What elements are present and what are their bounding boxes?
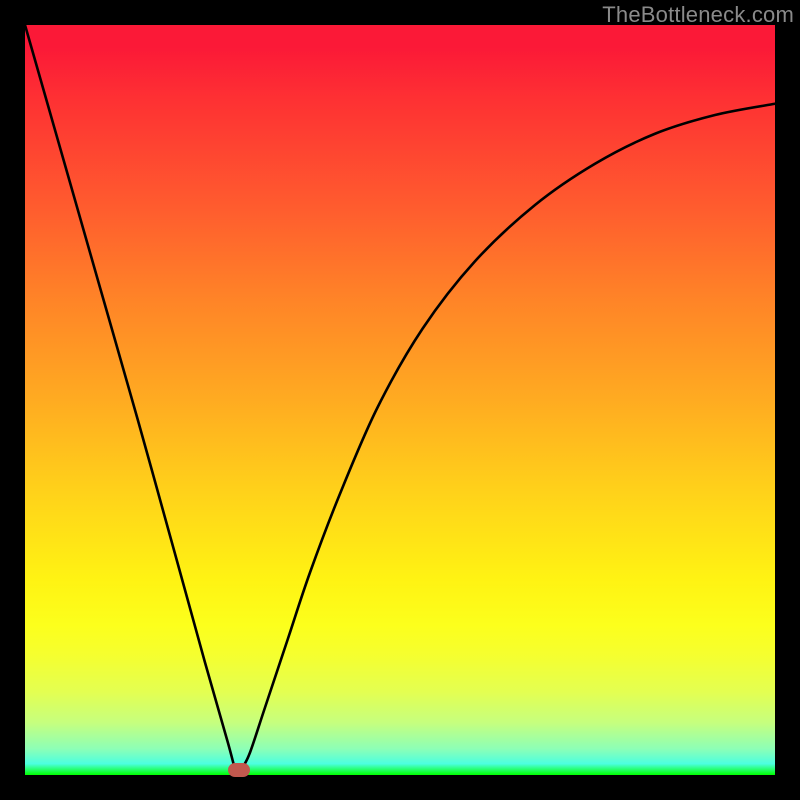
plot-area <box>25 25 775 775</box>
bottleneck-curve <box>25 25 775 775</box>
min-marker <box>228 763 250 777</box>
watermark-text: TheBottleneck.com <box>602 2 794 28</box>
chart-frame: TheBottleneck.com <box>0 0 800 800</box>
